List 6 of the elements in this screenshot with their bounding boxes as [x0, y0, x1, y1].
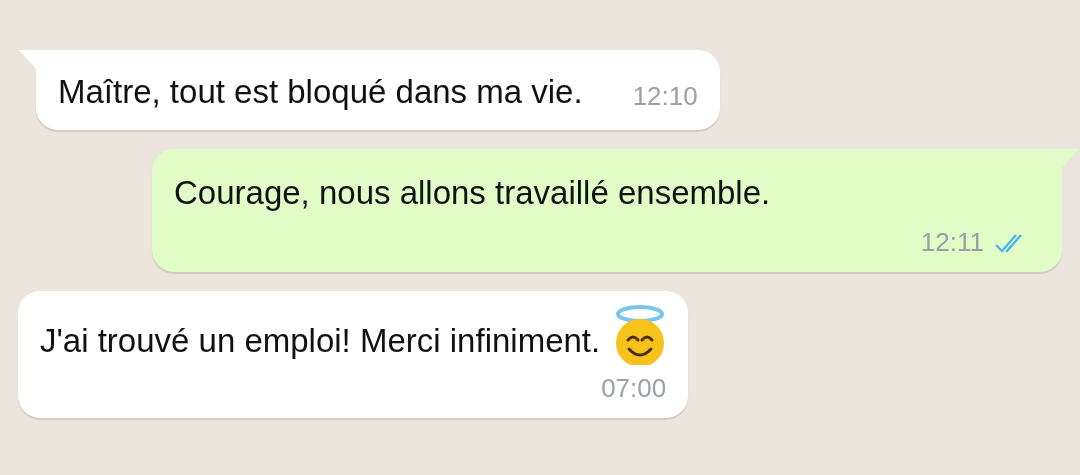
message-text: J'ai trouvé un emploi! Merci infiniment.	[40, 321, 601, 361]
message-text: Maître, tout est bloqué dans ma vie.	[58, 72, 583, 112]
message-time: 12:10	[632, 81, 698, 112]
message-time: 07:00	[601, 373, 667, 404]
message-text: Courage, nous allons travaillé ensemble.	[174, 173, 771, 213]
message-time: 12:11	[920, 227, 984, 258]
